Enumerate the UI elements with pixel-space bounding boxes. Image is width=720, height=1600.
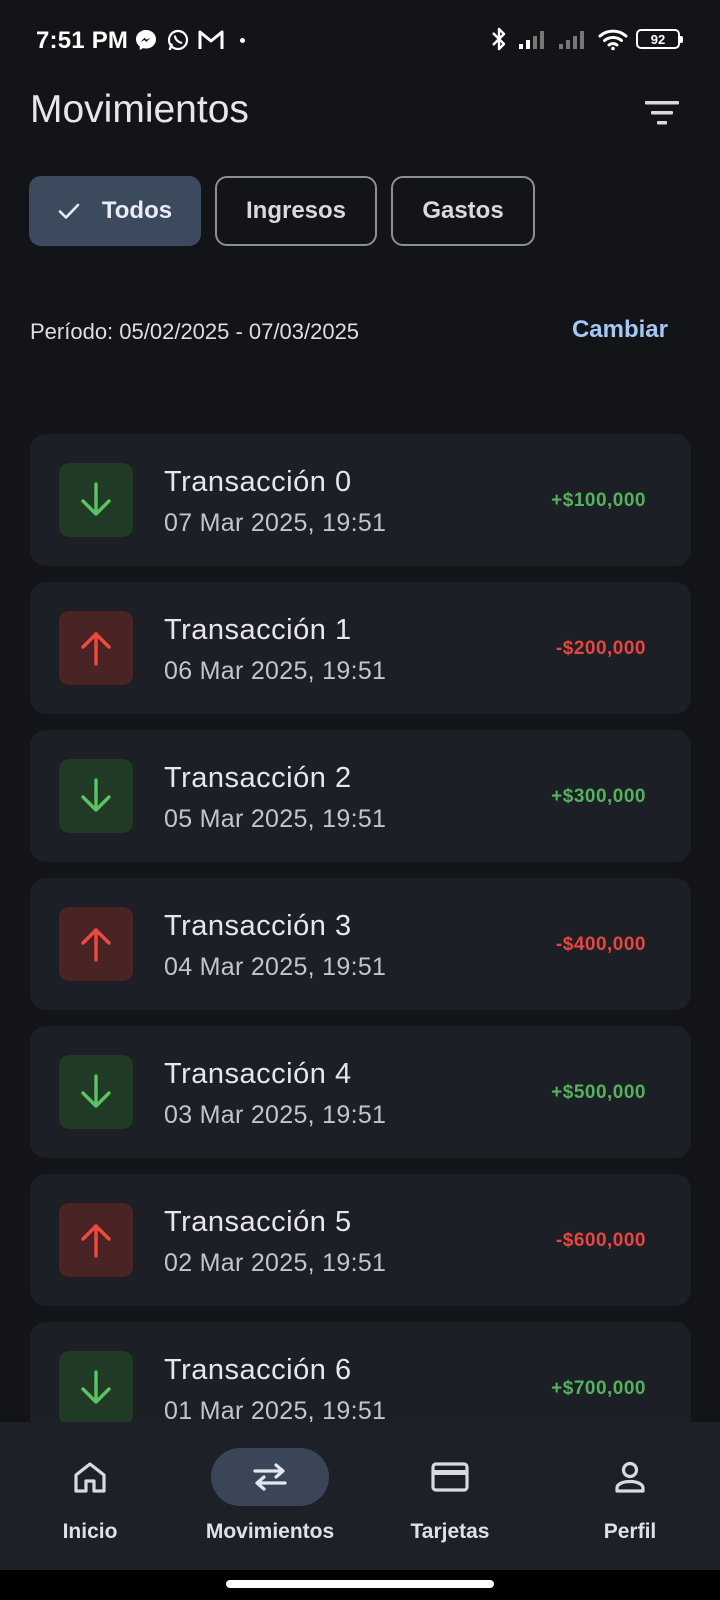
filter-icon[interactable]	[644, 98, 680, 128]
period-text: Período: 05/02/2025 - 07/03/2025	[30, 319, 360, 344]
transaction-amount: -$200,000	[555, 638, 646, 659]
transaction-amount: +$300,000	[551, 786, 646, 807]
whatsapp-icon	[167, 29, 189, 51]
transaction-amount: +$100,000	[551, 490, 646, 511]
arrow-up-icon	[59, 1203, 133, 1277]
more-notifications-dot	[240, 38, 245, 43]
signal-icon-2	[559, 31, 584, 49]
arrow-up-icon	[59, 907, 133, 981]
check-icon	[58, 203, 80, 219]
transaction-amount: +$700,000	[551, 1378, 646, 1399]
arrow-down-icon	[59, 759, 133, 833]
nav-movimientos[interactable]: Movimientos	[206, 1422, 334, 1570]
app-screen: 7:51 PM 92 Movimientos Todos Ingresos Ga…	[0, 0, 720, 1600]
nav-indicator	[391, 1448, 509, 1506]
status-time: 7:51 PM	[36, 27, 129, 54]
transaction-date: 02 Mar 2025, 19:51	[164, 1249, 387, 1277]
notification-icons	[134, 28, 224, 52]
chip-label: Ingresos	[245, 197, 347, 224]
nav-indicator	[571, 1448, 689, 1506]
chip-label: Gastos	[422, 197, 504, 224]
home-indicator[interactable]	[226, 1580, 494, 1588]
battery-level: 92	[650, 31, 666, 47]
home-icon	[74, 1462, 106, 1493]
transaction-date: 06 Mar 2025, 19:51	[164, 657, 387, 685]
transaction-title: Transacción 6	[164, 1354, 352, 1386]
nav-tarjetas[interactable]: Tarjetas	[391, 1422, 509, 1570]
wifi-icon	[598, 29, 628, 51]
nav-indicator	[211, 1448, 329, 1506]
nav-label: Inicio	[62, 1520, 118, 1543]
arrow-down-icon	[59, 1055, 133, 1129]
chip-label: Todos	[101, 197, 173, 224]
transaction-card[interactable]: Transacción 5 02 Mar 2025, 19:51 -$600,0…	[30, 1174, 691, 1306]
nav-inicio[interactable]: Inicio	[31, 1422, 149, 1570]
transaction-list: Transacción 0 07 Mar 2025, 19:51 +$100,0…	[30, 434, 691, 1470]
system-navigation-bar	[0, 1570, 720, 1600]
page-title: Movimientos	[30, 88, 249, 131]
transaction-title: Transacción 3	[164, 910, 352, 942]
arrow-up-icon	[59, 611, 133, 685]
transaction-date: 04 Mar 2025, 19:51	[164, 953, 387, 981]
arrow-down-icon	[59, 1351, 133, 1425]
transaction-card[interactable]: Transacción 3 04 Mar 2025, 19:51 -$400,0…	[30, 878, 691, 1010]
transaction-card[interactable]: Transacción 4 03 Mar 2025, 19:51 +$500,0…	[30, 1026, 691, 1158]
chip-gastos[interactable]: Gastos	[391, 176, 535, 246]
nav-label: Perfil	[603, 1520, 657, 1543]
transaction-amount: -$400,000	[555, 934, 646, 955]
gmail-icon	[198, 30, 224, 49]
chip-todos[interactable]: Todos	[29, 176, 201, 246]
transaction-date: 07 Mar 2025, 19:51	[164, 509, 387, 537]
transaction-date: 03 Mar 2025, 19:51	[164, 1101, 387, 1129]
transaction-card[interactable]: Transacción 0 07 Mar 2025, 19:51 +$100,0…	[30, 434, 691, 566]
nav-perfil[interactable]: Perfil	[571, 1422, 689, 1570]
nav-label: Tarjetas	[410, 1520, 490, 1543]
swap-icon	[253, 1463, 287, 1491]
person-icon	[615, 1461, 645, 1493]
transaction-title: Transacción 0	[164, 466, 352, 498]
transaction-amount: +$500,000	[551, 1082, 646, 1103]
transaction-title: Transacción 5	[164, 1206, 352, 1238]
messenger-icon	[136, 30, 156, 50]
nav-indicator	[31, 1448, 149, 1506]
transaction-title: Transacción 1	[164, 614, 352, 646]
filter-chips: Todos Ingresos Gastos	[29, 176, 535, 246]
credit-card-icon	[431, 1462, 469, 1492]
status-bar: 7:51 PM 92	[0, 0, 720, 80]
transaction-title: Transacción 4	[164, 1058, 352, 1090]
nav-label: Movimientos	[205, 1520, 335, 1543]
transaction-amount: -$600,000	[555, 1230, 646, 1251]
battery-icon: 92	[636, 29, 683, 49]
transaction-card[interactable]: Transacción 1 06 Mar 2025, 19:51 -$200,0…	[30, 582, 691, 714]
arrow-down-icon	[59, 463, 133, 537]
chip-ingresos[interactable]: Ingresos	[215, 176, 377, 246]
transaction-date: 05 Mar 2025, 19:51	[164, 805, 387, 833]
bluetooth-icon	[492, 27, 506, 51]
system-status-icons: 92	[488, 26, 683, 52]
signal-icon	[519, 31, 544, 49]
transaction-card[interactable]: Transacción 2 05 Mar 2025, 19:51 +$300,0…	[30, 730, 691, 862]
bottom-navigation: Inicio Movimientos Tarjetas Perfil	[0, 1422, 720, 1570]
transaction-title: Transacción 2	[164, 762, 352, 794]
change-period-button[interactable]: Cambiar	[572, 316, 668, 344]
